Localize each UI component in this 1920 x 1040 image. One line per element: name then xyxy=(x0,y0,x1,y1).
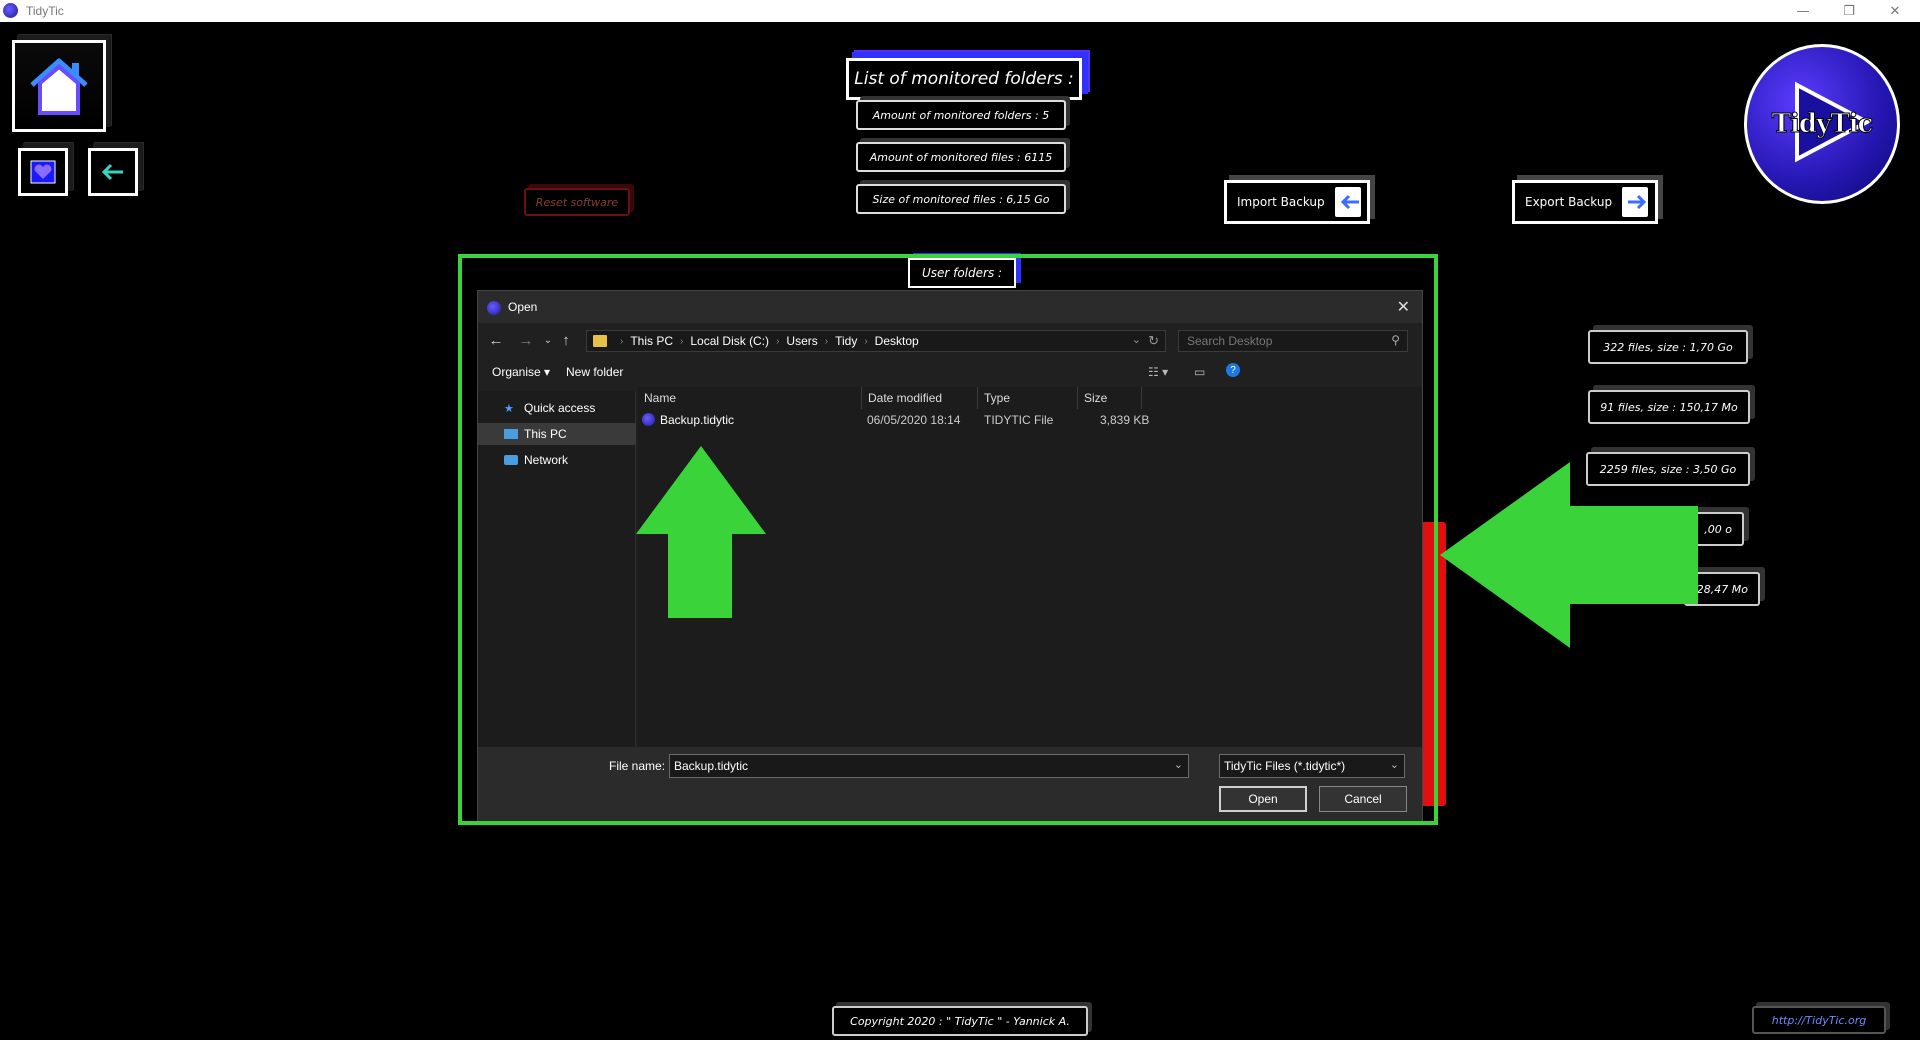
window-titlebar: TidyTic — ❐ ✕ xyxy=(0,0,1920,22)
green-left-arrow-icon xyxy=(1440,462,1698,648)
folder-info-2: 91 files, size : 150,17 Mo xyxy=(1588,390,1750,424)
green-up-arrow-icon xyxy=(636,446,766,618)
home-icon xyxy=(30,58,88,115)
app-icon xyxy=(3,3,18,18)
monitored-folders-header: List of monitored folders : xyxy=(846,58,1082,100)
arrow-left-icon xyxy=(101,163,123,181)
export-icon xyxy=(1622,187,1649,217)
import-backup-label: Import Backup xyxy=(1237,195,1325,209)
reset-software-button[interactable]: Reset software xyxy=(524,188,630,216)
heart-icon xyxy=(30,160,56,184)
stat-folders: Amount of monitored folders : 5 xyxy=(856,100,1066,130)
home-button[interactable] xyxy=(12,40,106,132)
copyright-footer: Copyright 2020 : " TidyTic " - Yannick A… xyxy=(832,1006,1088,1036)
close-button[interactable]: ✕ xyxy=(1872,0,1918,22)
logo-text: TidyTic xyxy=(1771,109,1874,140)
highlight-frame xyxy=(458,254,1438,825)
tidytic-logo: TidyTic xyxy=(1744,44,1900,204)
minimize-button[interactable]: — xyxy=(1780,0,1826,22)
favorites-button[interactable] xyxy=(18,148,68,196)
stat-size: Size of monitored files : 6,15 Go xyxy=(856,184,1066,214)
import-backup-button[interactable]: Import Backup xyxy=(1224,180,1370,224)
export-backup-button[interactable]: Export Backup xyxy=(1512,180,1658,224)
website-link[interactable]: http://TidyTic.org xyxy=(1752,1006,1886,1034)
stat-files: Amount of monitored files : 6115 xyxy=(856,142,1066,172)
back-button[interactable] xyxy=(88,148,138,196)
folder-info-1: 322 files, size : 1,70 Go xyxy=(1588,330,1748,364)
export-backup-label: Export Backup xyxy=(1525,195,1613,209)
maximize-button[interactable]: ❐ xyxy=(1826,0,1872,22)
import-icon xyxy=(1334,187,1361,217)
window-title: TidyTic xyxy=(26,4,64,18)
